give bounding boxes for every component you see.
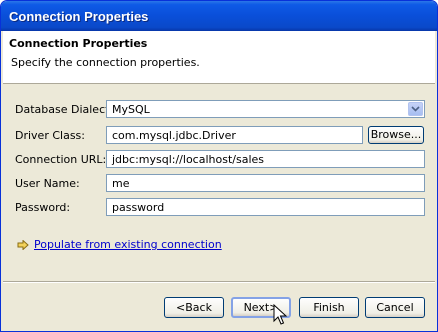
password-label: Password: xyxy=(15,201,71,214)
window-title: Connection Properties xyxy=(9,9,149,24)
populate-from-connection-link[interactable]: Populate from existing connection xyxy=(34,238,222,251)
database-dialect-label: Database Dialect: xyxy=(15,103,114,116)
chevron-down-icon xyxy=(411,106,420,112)
form-area: Database Dialect: MySQL Driver Class: co… xyxy=(3,85,435,281)
dropdown-button[interactable] xyxy=(408,102,423,116)
connection-url-label: Connection URL: xyxy=(15,153,107,166)
connection-url-field[interactable]: jdbc:mysql://localhost/sales xyxy=(106,150,425,168)
arrow-right-icon xyxy=(17,240,29,250)
user-name-label: User Name: xyxy=(15,177,80,190)
database-dialect-value: MySQL xyxy=(112,103,150,116)
footer-separator xyxy=(3,281,435,283)
driver-class-field[interactable]: com.mysql.jdbc.Driver xyxy=(106,126,363,144)
password-field[interactable]: password xyxy=(106,198,425,216)
connection-properties-dialog: Connection Properties Connection Propert… xyxy=(0,0,438,332)
user-name-field[interactable]: me xyxy=(106,174,425,192)
wizard-header: Connection Properties Specify the connec… xyxy=(3,31,435,84)
back-button[interactable]: <Back xyxy=(164,297,224,318)
page-description: Specify the connection properties. xyxy=(11,56,200,69)
finish-button[interactable]: Finish xyxy=(299,297,359,318)
driver-class-value: com.mysql.jdbc.Driver xyxy=(112,129,236,142)
connection-url-value: jdbc:mysql://localhost/sales xyxy=(112,153,264,166)
mouse-pointer-icon xyxy=(273,304,287,325)
user-name-value: me xyxy=(112,177,130,190)
password-value: password xyxy=(112,201,165,214)
title-bar[interactable]: Connection Properties xyxy=(1,1,437,31)
cancel-button[interactable]: Cancel xyxy=(365,297,425,318)
browse-button[interactable]: Browse... xyxy=(368,126,424,144)
page-title: Connection Properties xyxy=(9,37,148,50)
driver-class-label: Driver Class: xyxy=(15,129,85,142)
database-dialect-select[interactable]: MySQL xyxy=(106,100,425,118)
